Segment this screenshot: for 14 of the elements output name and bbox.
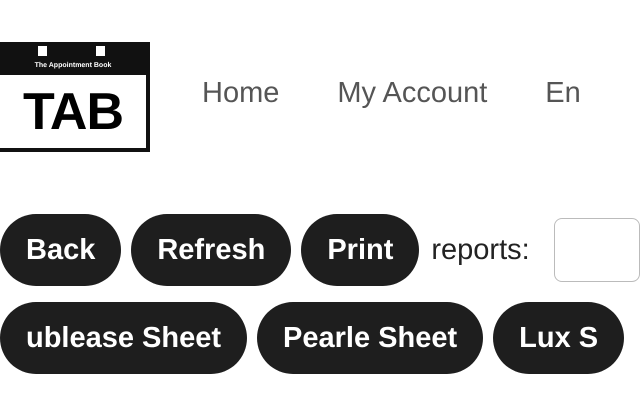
binder-ring-icon	[36, 44, 49, 58]
binder-ring-icon	[94, 44, 107, 58]
report-button[interactable]: ublease Sheet	[0, 302, 248, 374]
report-button[interactable]: Lux S	[493, 302, 624, 374]
nav-link[interactable]: En	[545, 76, 581, 110]
back-button[interactable]: Back	[0, 214, 122, 286]
reports-field[interactable]	[554, 218, 640, 282]
logo-wordmark: TAB	[0, 75, 146, 148]
nav-link[interactable]: Home	[202, 76, 280, 110]
refresh-button[interactable]: Refresh	[131, 214, 292, 286]
reports-label: reports:	[431, 234, 530, 266]
report-button[interactable]: Pearle Sheet	[257, 302, 484, 374]
nav-link[interactable]: My Account	[337, 76, 488, 110]
print-button[interactable]: Print	[301, 214, 420, 286]
